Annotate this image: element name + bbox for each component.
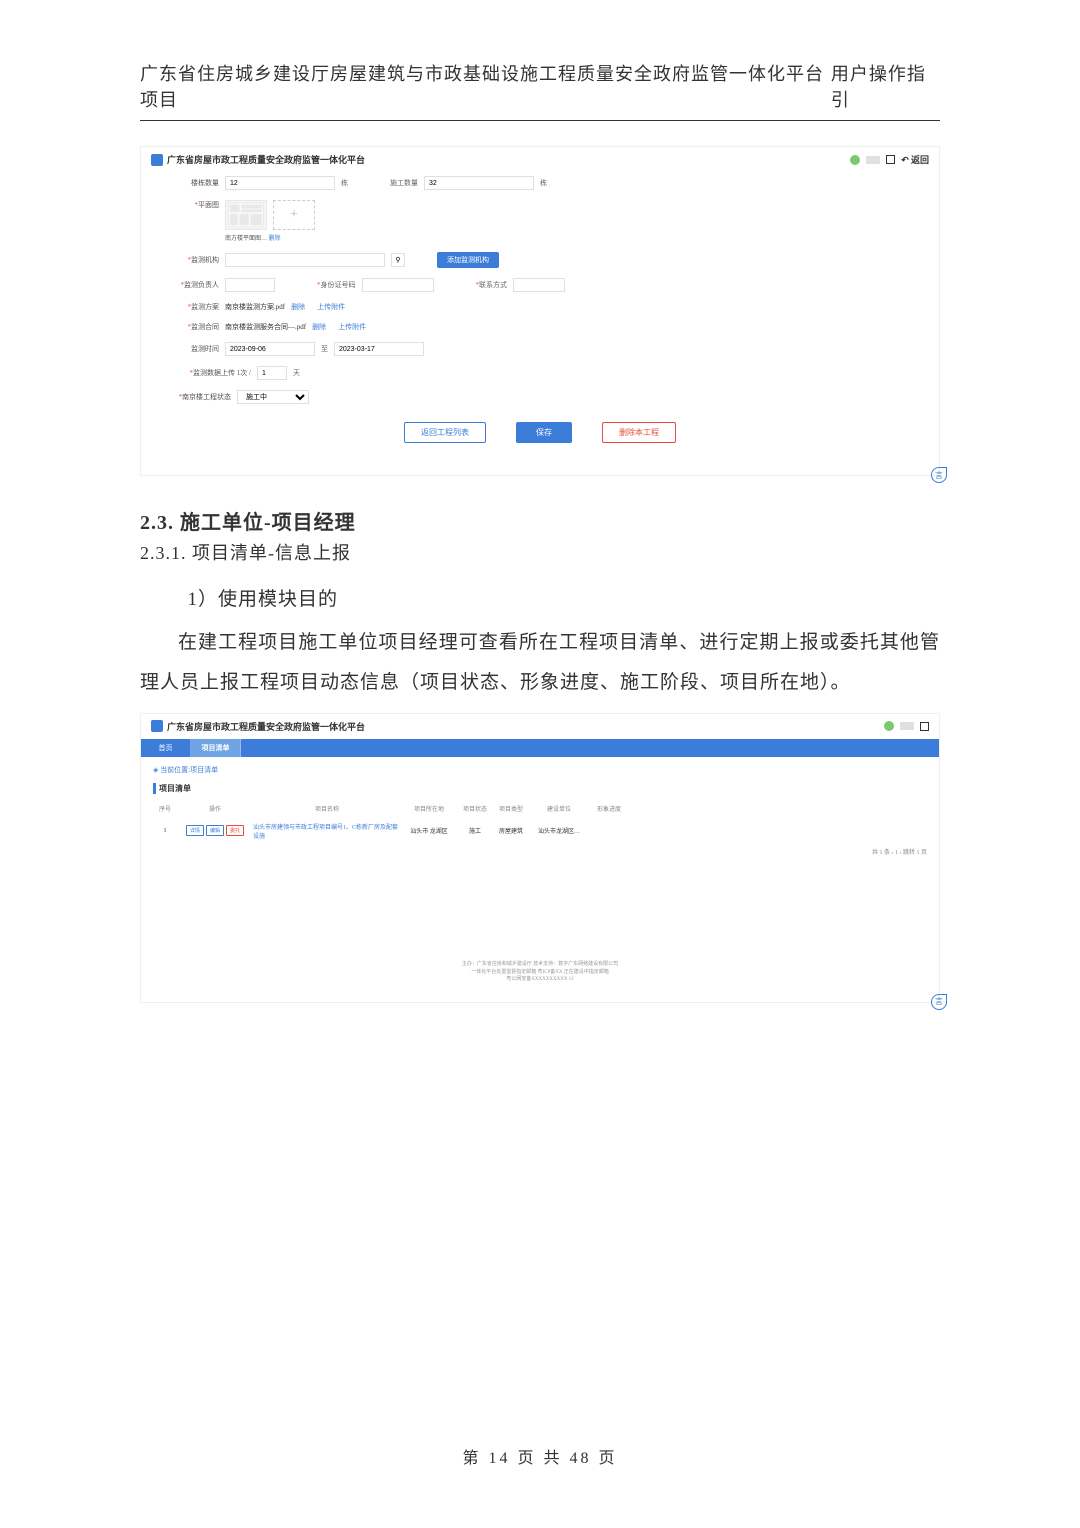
monitor-org-input[interactable]	[225, 253, 385, 267]
screenshot-project-list: 广东省房屋市政工程质量安全政府监管一体化平台 首页 项目清单 ◈ 当前位置:项目…	[140, 713, 940, 1003]
thumbnail-caption: 南方楼平面图… 删除	[225, 233, 315, 242]
list-section-title: 项目清单	[153, 783, 927, 794]
row-project-name[interactable]: 汕头市房建领与市政工程项目编号1、C栋新厂房及配套设施	[253, 822, 401, 840]
back-list-button[interactable]: 返回工程列表	[404, 422, 486, 443]
row-delegate-button[interactable]: 委托	[226, 825, 244, 836]
header-right: 用户操作指引	[831, 60, 940, 112]
construct-count-label: 施工数量	[390, 178, 418, 188]
screenshot-form: 广东省房屋市政工程质量安全政府监管一体化平台 ↶ 返回 楼栋数量 栋 施工数量 …	[140, 146, 940, 476]
id-number-input[interactable]	[362, 278, 434, 292]
expand-icon[interactable]	[886, 155, 895, 164]
monitor-person-label: *监测负责人	[171, 280, 219, 290]
platform-title-2: 广东省房屋市政工程质量安全政府监管一体化平台	[167, 720, 365, 733]
corner-tag-icon-2: 言	[931, 994, 947, 1010]
monitor-org-label: *监测机构	[171, 255, 219, 265]
proj-status-label: *南京楼工程状态	[171, 392, 231, 402]
table-header-row: 序号 操作 项目名称 项目所在地 项目状态 项目类型 建设单位 形象进度	[153, 802, 927, 815]
monitor-freq-label: *监测数据上传 1次 /	[171, 368, 251, 378]
add-monitor-org-button[interactable]: 添加监测机构	[437, 252, 499, 268]
breadcrumb: ◈ 当前位置:项目清单	[153, 765, 927, 775]
platform-title: 广东省房屋市政工程质量安全政府监管一体化平台	[167, 153, 365, 166]
delete-project-button[interactable]: 删除本工程	[602, 422, 676, 443]
monitor-contract-delete[interactable]: 删除	[312, 322, 326, 332]
corner-tag-icon: 言	[931, 467, 947, 483]
doc-header: 广东省住房城乡建设厅房屋建筑与市政基础设施工程质量安全政府监管一体化平台项目 用…	[140, 60, 940, 112]
monitor-plan-label: *监测方案	[171, 302, 219, 312]
screenshot-footer: 主办：广东省住房和城乡建设厅 技术支持：数字广东网络建设有限公司 一体化平台处置…	[141, 961, 939, 984]
paragraph-1: 1）使用模块目的	[140, 581, 940, 619]
search-icon[interactable]: ⚲	[391, 253, 405, 267]
paragraph-2: 在建工程项目施工单位项目经理可查看所在工程项目清单、进行定期上报或委托其他管理人…	[140, 623, 940, 703]
pagination[interactable]: 共 1 条 ‹ 1 › 跳转 1 页	[153, 847, 927, 856]
monitor-time-label: 监测时间	[171, 344, 219, 354]
table-row: 1 详情 编辑 委托 汕头市房建领与市政工程项目编号1、C栋新厂房及配套设施 汕…	[153, 819, 927, 843]
section-heading-2-3: 2.3. 施工单位-项目经理	[140, 506, 940, 535]
user-avatar-icon-2[interactable]	[884, 721, 894, 731]
platform-logo-icon	[151, 154, 163, 166]
building-count-label: 楼栋数量	[171, 178, 219, 188]
floorplan-thumbnail[interactable]	[225, 200, 267, 230]
tab-home[interactable]: 首页	[141, 739, 191, 757]
end-date-input[interactable]	[334, 342, 424, 356]
monitor-plan-upload[interactable]: 上传附件	[317, 302, 345, 312]
header-rule	[140, 120, 940, 121]
back-button[interactable]: ↶ 返回	[901, 153, 929, 166]
contact-label: *联系方式	[476, 280, 508, 290]
floorplan-label: *平面图	[171, 200, 219, 210]
monitor-freq-input[interactable]	[257, 366, 287, 380]
id-number-label: *身份证号码	[317, 280, 356, 290]
thumbnail-delete-link[interactable]: 删除	[269, 236, 281, 242]
start-date-input[interactable]	[225, 342, 315, 356]
add-floorplan-button[interactable]: +	[273, 200, 315, 230]
monitor-plan-delete[interactable]: 删除	[291, 302, 305, 312]
monitor-plan-file[interactable]: 南京楼监测方案.pdf	[225, 302, 285, 312]
monitor-contract-file[interactable]: 南京楼监测服务合同—.pdf	[225, 322, 306, 332]
expand-icon-2[interactable]	[920, 722, 929, 731]
monitor-contract-label: *监测合同	[171, 322, 219, 332]
platform-logo-icon-2	[151, 720, 163, 732]
tab-project-list[interactable]: 项目清单	[191, 739, 241, 757]
header-left: 广东省住房城乡建设厅房屋建筑与市政基础设施工程质量安全政府监管一体化平台项目	[140, 60, 831, 112]
building-count-input[interactable]	[225, 176, 335, 190]
monitor-contract-upload[interactable]: 上传附件	[338, 322, 366, 332]
save-button[interactable]: 保存	[516, 422, 572, 443]
row-edit-button[interactable]: 编辑	[206, 825, 224, 836]
user-avatar-icon[interactable]	[850, 155, 860, 165]
contact-input[interactable]	[513, 278, 565, 292]
section-heading-2-3-1: 2.3.1. 项目清单-信息上报	[140, 539, 940, 565]
user-name-chip-2[interactable]	[900, 722, 914, 730]
row-detail-button[interactable]: 详情	[186, 825, 204, 836]
user-name-chip[interactable]	[866, 156, 880, 164]
proj-status-select[interactable]: 施工中	[237, 390, 309, 404]
construct-count-input[interactable]	[424, 176, 534, 190]
page-number: 第 14 页 共 48 页	[0, 1444, 1080, 1468]
monitor-person-input[interactable]	[225, 278, 275, 292]
